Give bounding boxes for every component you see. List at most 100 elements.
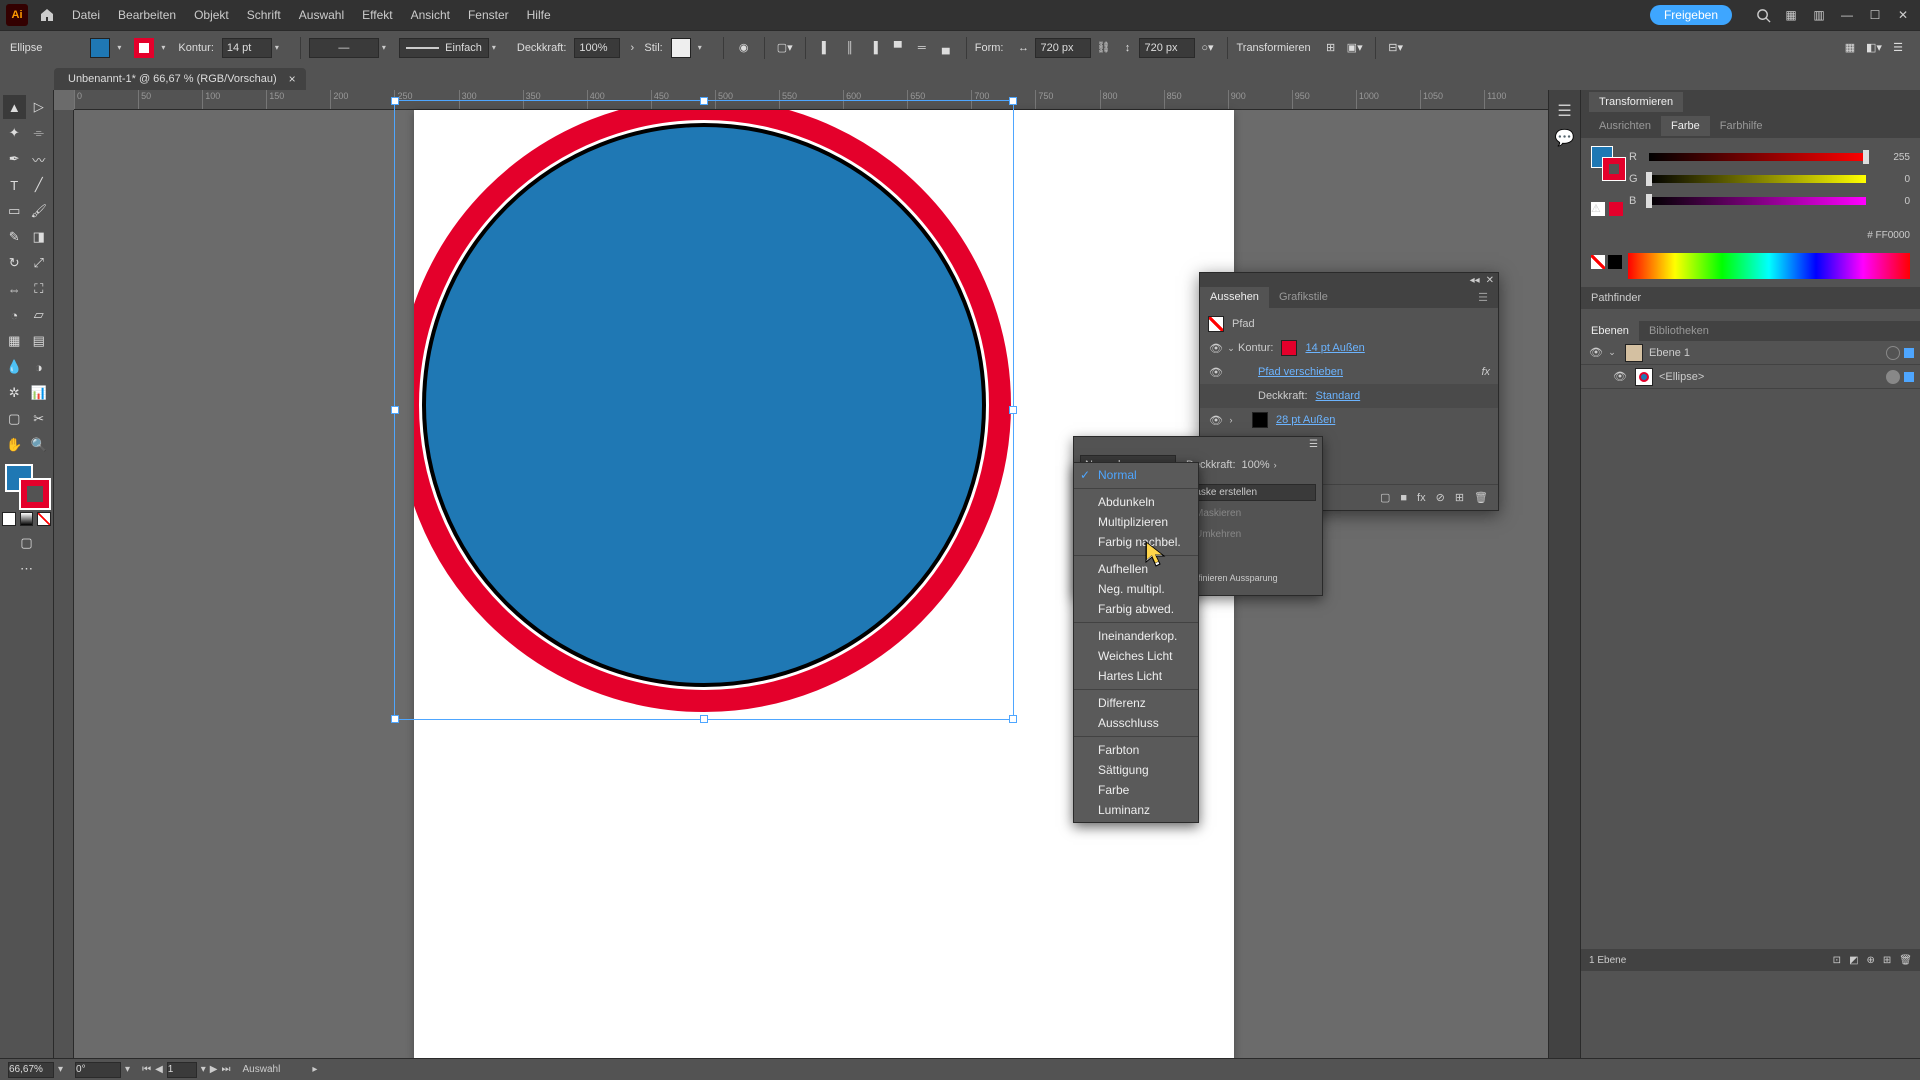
perspective-tool[interactable]: ▱ [28, 303, 51, 327]
gradient-tool[interactable]: ▤ [28, 329, 51, 353]
stroke-weight-input[interactable] [222, 38, 272, 58]
blend-mode-option[interactable]: Neg. multipl. [1074, 579, 1198, 599]
tab-close-icon[interactable]: × [289, 72, 296, 86]
stroke-menu-icon[interactable]: ▾ [158, 43, 168, 52]
color-tab[interactable]: Farbe [1661, 116, 1710, 136]
transform-panel-tab[interactable]: Transformieren [1589, 92, 1683, 112]
visibility-icon[interactable]: 👁 [1208, 366, 1224, 379]
scale-tool[interactable]: ⤢ [28, 251, 51, 275]
magic-wand-tool[interactable]: ✦ [3, 121, 26, 145]
valign-middle-icon[interactable]: ═ [913, 39, 931, 57]
pref-icon[interactable]: ⊟▾ [1387, 39, 1405, 57]
offset-path-link[interactable]: Pfad verschieben [1258, 366, 1343, 378]
target-icon[interactable] [1886, 346, 1900, 360]
menu-hilfe[interactable]: Hilfe [527, 8, 551, 22]
line-tool[interactable]: ╱ [28, 173, 51, 197]
panel-close-icon[interactable]: ✕ [1486, 275, 1494, 286]
artboard-tool[interactable]: ▢ [3, 407, 26, 431]
mesh-tool[interactable]: ▦ [3, 329, 26, 353]
blend-mode-option[interactable]: Sättigung [1074, 760, 1198, 780]
dock-toggle-icon[interactable]: ▦ [1841, 39, 1859, 57]
shaper-tool[interactable]: ✎ [3, 225, 26, 249]
blend-tool[interactable]: ◑ [28, 355, 51, 379]
zoom-menu-icon[interactable]: ▾ [58, 1064, 63, 1075]
brush-menu[interactable]: ▾ [489, 43, 499, 52]
menu-objekt[interactable]: Objekt [194, 8, 229, 22]
comments-panel-icon[interactable]: 💬 [1553, 126, 1577, 150]
curvature-tool[interactable]: 〰 [28, 147, 51, 171]
fill-stroke-indicator[interactable] [5, 464, 49, 508]
hex-value[interactable]: FF0000 [1876, 230, 1910, 241]
rotate-input[interactable] [75, 1062, 121, 1078]
blend-mode-option[interactable]: Ausschluss [1074, 713, 1198, 733]
valign-bottom-icon[interactable]: ▄ [937, 39, 955, 57]
artboard-menu-icon[interactable]: ▾ [201, 1064, 206, 1075]
target-icon[interactable] [1886, 370, 1900, 384]
blend-mode-option[interactable]: Differenz [1074, 693, 1198, 713]
stroke2-color-swatch[interactable] [1252, 412, 1268, 428]
width-tool[interactable]: ⇔ [3, 277, 26, 301]
appear-stroke2-row[interactable]: 👁 › 28 pt Außen [1200, 408, 1498, 432]
share-button[interactable]: Freigeben [1650, 5, 1732, 25]
artboard-next-last-icon[interactable]: ⏭ [222, 1064, 231, 1075]
stroke-indicator[interactable] [21, 480, 49, 508]
layer-name[interactable]: Ebene 1 [1649, 347, 1690, 359]
search-icon[interactable] [1752, 4, 1774, 26]
delete-icon[interactable]: 🗑 [1474, 491, 1488, 504]
blend-mode-option[interactable]: Farbig abwed. [1074, 599, 1198, 619]
artboard-prev-icon[interactable]: ◀ [155, 1064, 163, 1075]
clip-mask-icon[interactable]: ◩ [1849, 955, 1858, 966]
blend-mode-option[interactable]: Farbe [1074, 780, 1198, 800]
menu-schrift[interactable]: Schrift [247, 8, 281, 22]
blend-mode-option[interactable]: Abdunkeln [1074, 492, 1198, 512]
collapse-icon[interactable]: ◂◂ [1470, 275, 1480, 286]
edit-toolbar-icon[interactable]: ⋯ [15, 557, 39, 581]
blend-mode-option[interactable]: Multiplizieren [1074, 512, 1198, 532]
g-value[interactable]: 0 [1874, 174, 1910, 185]
window-close-icon[interactable]: ✕ [1892, 4, 1914, 26]
expand-icon[interactable]: ⌄ [1605, 347, 1619, 358]
isolate-icon[interactable]: ▣▾ [1346, 39, 1364, 57]
none-swatch[interactable] [1591, 255, 1605, 269]
menu-ansicht[interactable]: Ansicht [411, 8, 450, 22]
stroke-swatch[interactable] [134, 38, 154, 58]
height-input[interactable] [1139, 38, 1195, 58]
appear-offset-row[interactable]: 👁 Pfad verschieben fx [1200, 360, 1498, 384]
free-transform-tool[interactable]: ⛶ [28, 277, 51, 301]
graph-tool[interactable]: 📊 [28, 381, 51, 405]
fill-swatch[interactable] [90, 38, 110, 58]
out-of-gamut-icon[interactable]: ⚠ [1591, 202, 1605, 216]
add-fill-icon[interactable]: ■ [1400, 492, 1407, 504]
halign-center-icon[interactable]: ║ [841, 39, 859, 57]
locate-layer-icon[interactable]: ⊡ [1833, 955, 1841, 966]
menu-effekt[interactable]: Effekt [362, 8, 392, 22]
stroke-color-swatch[interactable] [1281, 340, 1297, 356]
visibility-icon[interactable]: 👁 [1208, 414, 1224, 427]
arrange-icon[interactable]: ▦ [1780, 4, 1802, 26]
opacity-input[interactable] [574, 38, 620, 58]
panel-toggle-icon[interactable]: ◧▾ [1865, 39, 1883, 57]
layer-item-name[interactable]: <Ellipse> [1659, 371, 1704, 383]
menu-bearbeiten[interactable]: Bearbeiten [118, 8, 176, 22]
hand-tool[interactable]: ✋ [3, 433, 26, 457]
stroke2-value[interactable]: 28 pt Außen [1276, 414, 1335, 426]
blend-mode-option[interactable]: Hartes Licht [1074, 666, 1198, 686]
layer-row[interactable]: 👁 ⌄ Ebene 1 [1581, 341, 1920, 365]
libraries-tab[interactable]: Bibliotheken [1639, 321, 1719, 341]
symbol-tool[interactable]: ✲ [3, 381, 26, 405]
zoom-tool[interactable]: 🔍 [28, 433, 51, 457]
menu-icon[interactable]: ☰ [1889, 39, 1907, 57]
new-layer-icon[interactable]: ⊞ [1883, 955, 1891, 966]
panel-menu-icon[interactable]: ☰ [1468, 287, 1498, 308]
brush-profile[interactable]: Einfach [399, 38, 489, 58]
b-value[interactable]: 0 [1874, 196, 1910, 207]
opacity-arrow-icon[interactable]: › [1274, 460, 1277, 470]
layers-tab[interactable]: Ebenen [1581, 321, 1639, 341]
fx-icon[interactable]: fx [1481, 366, 1490, 378]
appear-stroke-row[interactable]: 👁 ⌄ Kontur: 14 pt Außen [1200, 336, 1498, 360]
recolor-icon[interactable]: ◉ [735, 39, 753, 57]
appearance-tab[interactable]: Aussehen [1200, 287, 1269, 308]
home-icon[interactable] [36, 4, 58, 26]
color-guide-tab[interactable]: Farbhilfe [1710, 116, 1773, 136]
slice-tool[interactable]: ✂ [28, 407, 51, 431]
